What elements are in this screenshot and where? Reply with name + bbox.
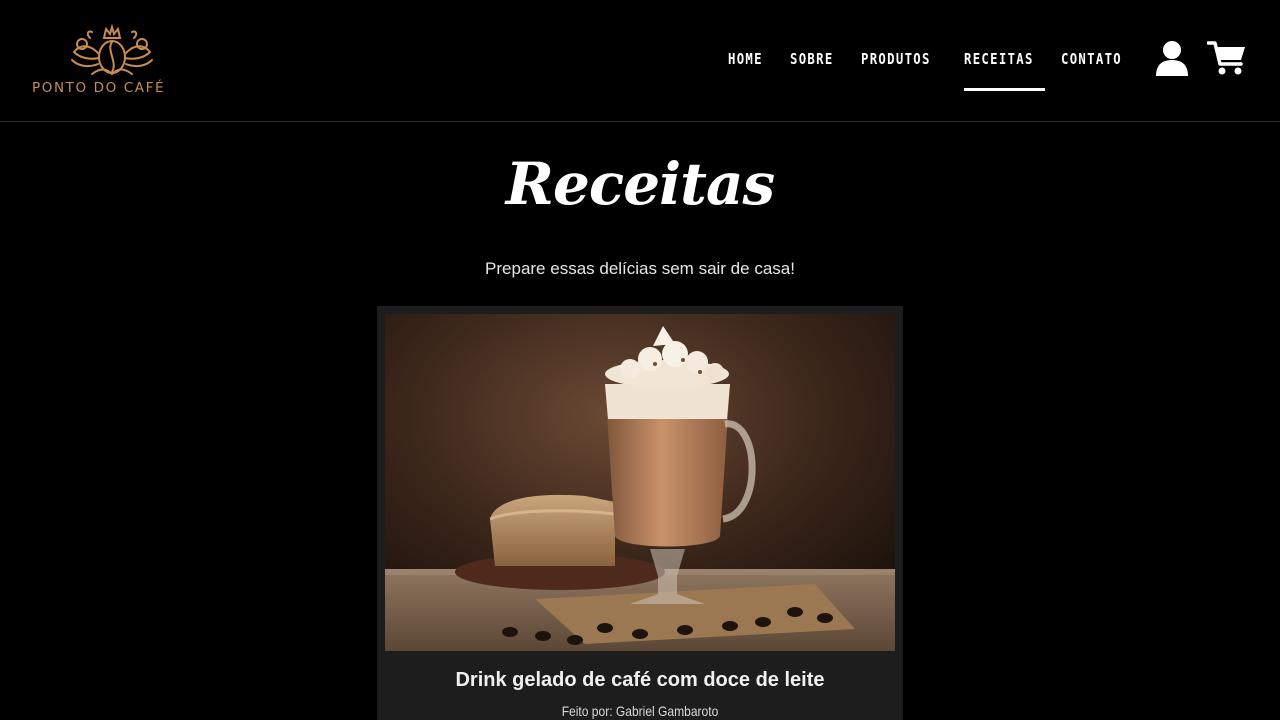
nav-item-contato[interactable]: CONTATO (1061, 50, 1122, 68)
page-title: Receitas (505, 150, 775, 218)
user-icon[interactable] (1155, 40, 1189, 76)
page-subtitle: Prepare essas delícias sem sair de casa! (485, 259, 795, 278)
site-header: PONTO DO CAFÉ HOME SOBRE PRODUTOS RECEIT… (0, 0, 1280, 122)
recipe-card[interactable]: Drink gelado de café com doce de leite F… (377, 306, 903, 720)
recipe-author: Feito por: Gabriel Gambaroto (561, 703, 719, 719)
nav-item-sobre[interactable]: SOBRE (790, 50, 834, 68)
nav-item-home[interactable]: HOME (728, 50, 763, 68)
brand-name: PONTO DO CAFÉ (32, 80, 166, 96)
recipe-title: Drink gelado de café com doce de leite (455, 669, 825, 691)
brand-logo[interactable]: PONTO DO CAFÉ (32, 22, 192, 102)
cart-icon[interactable] (1206, 40, 1247, 76)
nav-item-produtos[interactable]: PRODUTOS (861, 50, 931, 68)
nav-item-receitas[interactable]: RECEITAS (964, 50, 1034, 68)
recipe-image (385, 314, 895, 651)
active-nav-indicator (964, 88, 1045, 91)
coffee-crest-icon (71, 24, 153, 76)
